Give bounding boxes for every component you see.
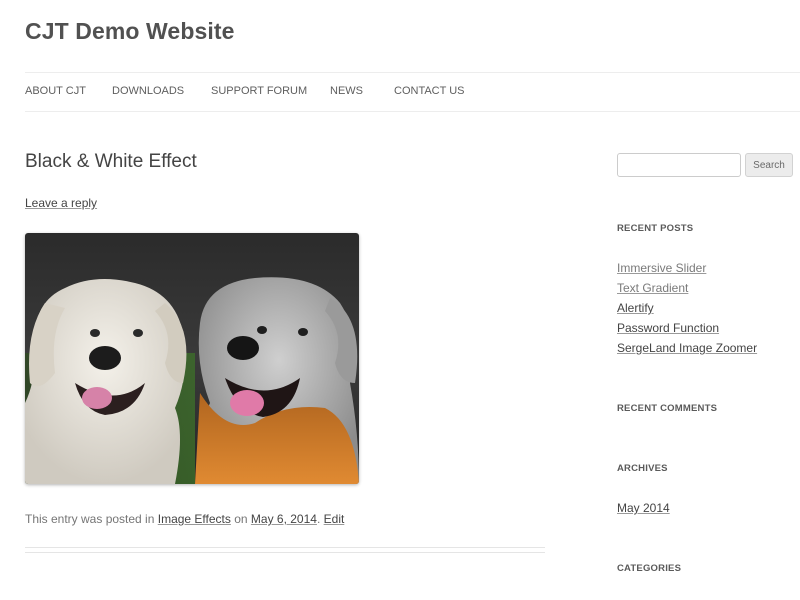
search-input[interactable] [617, 153, 741, 177]
category-link[interactable]: Image Effects [158, 512, 231, 526]
recent-post-link[interactable]: Immersive Slider [617, 261, 706, 275]
post-image [25, 233, 359, 484]
nav-item-contact-us[interactable]: CONTACT US [394, 85, 465, 97]
main-navigation: ABOUT CJT DOWNLOADS SUPPORT FORUM NEWS C… [25, 72, 800, 112]
dogs-photo [25, 233, 359, 484]
post-separator [25, 547, 545, 553]
entry-meta: This entry was posted in Image Effects o… [25, 512, 344, 526]
meta-on: on [230, 512, 251, 526]
post-title: Black & White Effect [25, 151, 197, 172]
list-item: Alertify [617, 301, 757, 321]
archives-list: May 2014 [617, 501, 670, 521]
site-title[interactable]: CJT Demo Website [25, 18, 235, 45]
meta-prefix: This entry was posted in [25, 512, 158, 526]
leave-reply-link[interactable]: Leave a reply [25, 196, 97, 210]
recent-posts-title: RECENT POSTS [617, 223, 694, 234]
recent-comments-title: RECENT COMMENTS [617, 403, 718, 414]
nav-item-downloads[interactable]: DOWNLOADS [112, 85, 184, 97]
search-button[interactable]: Search [745, 153, 793, 177]
list-item: Password Function [617, 321, 757, 341]
list-item: SergeLand Image Zoomer [617, 341, 757, 361]
recent-posts-list: Immersive Slider Text Gradient Alertify … [617, 261, 757, 361]
archive-link[interactable]: May 2014 [617, 501, 670, 515]
meta-period: . [316, 512, 321, 526]
categories-title: CATEGORIES [617, 563, 682, 574]
recent-post-link[interactable]: Password Function [617, 321, 719, 335]
list-item: May 2014 [617, 501, 670, 521]
recent-post-link[interactable]: SergeLand Image Zoomer [617, 341, 757, 355]
nav-item-about-cjt[interactable]: ABOUT CJT [25, 85, 86, 97]
recent-post-link[interactable]: Alertify [617, 301, 654, 315]
list-item: Immersive Slider [617, 261, 757, 281]
list-item: Text Gradient [617, 281, 757, 301]
nav-item-news[interactable]: NEWS [330, 85, 363, 97]
nav-item-support-forum[interactable]: SUPPORT FORUM [211, 85, 307, 97]
recent-post-link[interactable]: Text Gradient [617, 281, 688, 295]
date-link[interactable]: May 6, 2014 [251, 512, 317, 526]
archives-title: ARCHIVES [617, 463, 668, 474]
edit-link[interactable]: Edit [324, 512, 345, 526]
